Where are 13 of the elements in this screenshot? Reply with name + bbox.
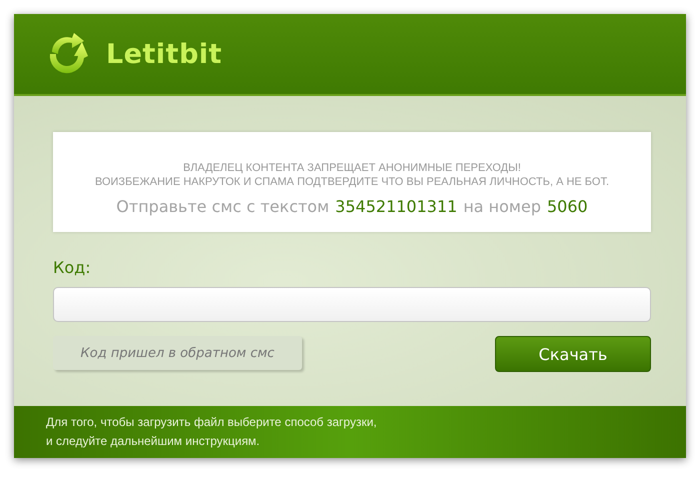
sms-instruction-text: Отправьте смс с текстом: [116, 196, 330, 216]
sms-value: 5060: [547, 196, 588, 216]
footer-text: Для того, чтобы загрузить файл выберите способ загрузки,: [46, 414, 378, 431]
sms-value: 354521101311: [335, 196, 458, 216]
code-received-button[interactable]: Код пришел в обратном смс: [53, 336, 302, 370]
code-label: Код:: [53, 258, 92, 277]
download-button[interactable]: Скачать: [495, 336, 651, 372]
sms-instruction-text: на номер: [463, 196, 541, 216]
code-input-field[interactable]: [53, 287, 651, 322]
logo-text: Letitbit: [106, 38, 222, 70]
warning-text: ВОИЗБЕЖАНИЕ НАКРУТОК И СПАМА ПОДТВЕРДИТЕ ЧТО ВЫ РЕАЛЬНАЯ ЛИЧНОСТЬ, А НЕ БОТ.: [94, 174, 610, 188]
footer-text: и следуйте дальнейшим инструкциям.: [46, 433, 261, 450]
warning-text: ВЛАДЕЛЕЦ КОНТЕНТА ЗАПРЕЩАЕТ АНОНИМНЫЕ ПЕРЕХОДЫ!: [183, 160, 521, 174]
